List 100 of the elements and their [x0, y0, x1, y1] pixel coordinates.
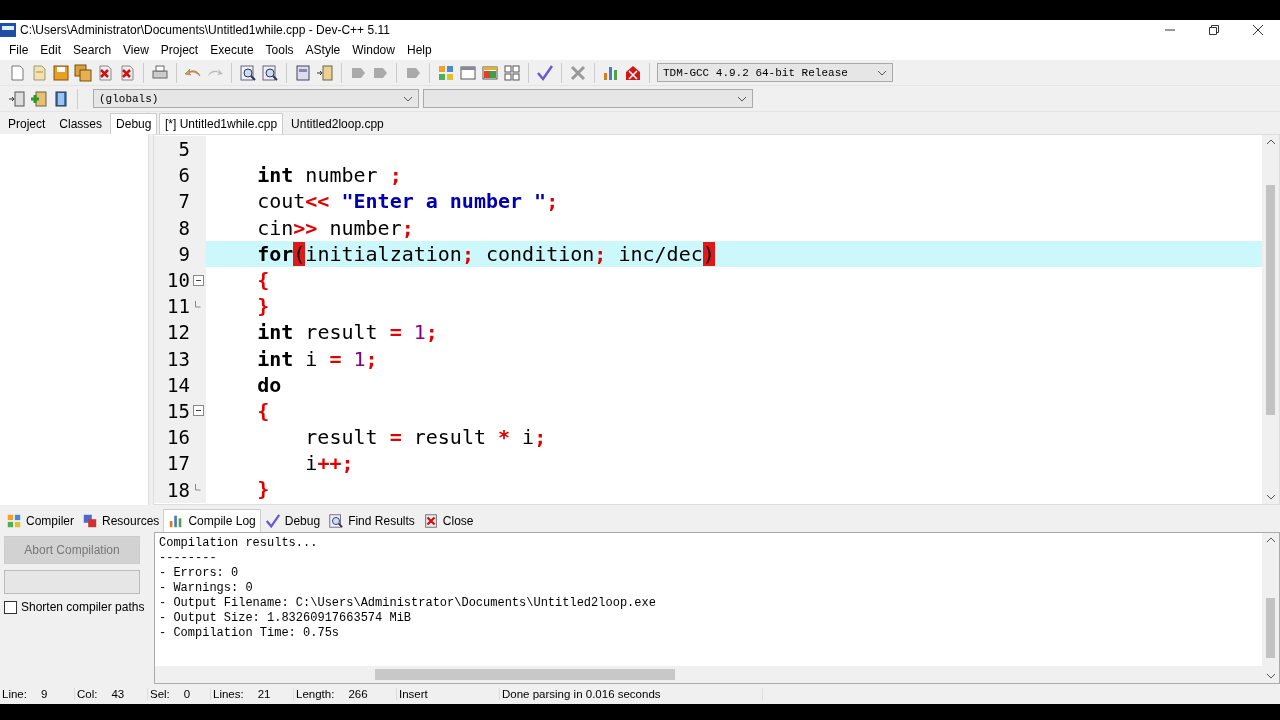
compiler-dropdown[interactable]: TDM-GCC 4.9.2 64-bit Release: [657, 63, 893, 82]
vertical-scrollbar[interactable]: [1262, 135, 1279, 504]
status-value: Done parsing in 0.016 seconds: [502, 688, 661, 700]
status-value: 266: [348, 688, 368, 700]
menu-item[interactable]: Project: [155, 43, 204, 57]
scroll-thumb[interactable]: [1266, 184, 1275, 415]
log-line: - Output Filename: C:\Users\Administrator\Documents\Untitled2loop.exe: [159, 596, 657, 611]
close-all-icon[interactable]: [118, 63, 136, 82]
check-icon: [264, 513, 281, 529]
scope-dropdown[interactable]: (globals): [93, 89, 419, 108]
line-number: 16: [167, 426, 190, 449]
output-tab[interactable]: Compile Log: [163, 509, 261, 532]
status-label: Line:: [2, 688, 27, 700]
scroll-up-icon[interactable]: [1265, 139, 1276, 145]
blocks-icon: [82, 513, 98, 529]
line-number: 10: [167, 269, 190, 292]
scroll-down-icon[interactable]: [1265, 673, 1276, 679]
chevron-icon: [877, 69, 887, 76]
grid-icon: [6, 513, 22, 529]
cross-icon[interactable]: [569, 63, 587, 82]
vertical-scrollbar[interactable]: [1262, 533, 1279, 683]
code-line: {: [256, 266, 271, 294]
status-label: Length:: [296, 688, 335, 700]
status-label: Sel:: [150, 688, 170, 700]
status-label: Lines:: [213, 688, 244, 700]
line-number: 12: [167, 321, 190, 344]
line-number: 17: [167, 452, 190, 475]
code-line: }: [256, 476, 271, 503]
menu-item[interactable]: Edit: [35, 43, 67, 57]
code-line: cin>> number;: [256, 214, 415, 241]
output-tab[interactable]: Compiler: [2, 510, 78, 532]
code-line: int number ;: [256, 162, 403, 189]
check-icon[interactable]: [536, 63, 554, 82]
log-line: - Compilation Time: 0.75s: [159, 626, 341, 641]
menu-item[interactable]: View: [118, 43, 154, 57]
close-icon[interactable]: [1252, 24, 1264, 36]
output-tab[interactable]: Debug: [260, 510, 325, 532]
panel-tab[interactable]: Debug: [110, 113, 158, 134]
file-tab[interactable]: [*] Untitled1while.cpp: [159, 113, 284, 134]
file-tab[interactable]: Untitled2loop.cpp: [285, 113, 390, 134]
code-line: {: [256, 397, 271, 425]
restore-icon[interactable]: [1208, 24, 1220, 36]
close-document-icon: [422, 513, 439, 529]
menu-item[interactable]: Window: [347, 43, 400, 57]
line-number: 6: [178, 164, 190, 187]
line-number: 13: [167, 347, 190, 370]
find-icon[interactable]: [239, 63, 257, 82]
line-number: 7: [178, 190, 190, 213]
log-line: - Warnings: 0: [159, 581, 254, 596]
output-tab[interactable]: Find Results: [324, 510, 419, 532]
menu-item[interactable]: Help: [401, 43, 437, 57]
scroll-thumb[interactable]: [375, 669, 675, 680]
status-value: 0: [183, 688, 191, 700]
status-value: Insert: [399, 688, 428, 700]
log-line: - Output Size: 1.83260917663574 MiB: [159, 611, 413, 626]
new-file-icon[interactable]: [8, 63, 26, 82]
status-value: 21: [257, 688, 271, 700]
line-number: 9: [178, 242, 190, 265]
menu-item[interactable]: Execute: [205, 43, 259, 57]
close-file-icon[interactable]: [96, 63, 114, 82]
chevron-icon: [737, 95, 747, 102]
save-all-icon[interactable]: [74, 63, 92, 82]
line-number: 11: [167, 295, 190, 318]
line-number: 15: [167, 399, 190, 422]
code-line: do: [256, 371, 283, 398]
line-number: 18: [167, 478, 190, 501]
status-value: 43: [111, 688, 125, 700]
checkbox-label[interactable]: Shorten compiler paths: [21, 600, 145, 614]
window-title: C:\Users\Administrator\Documents\Untitled1while.cpp - Dev-C++ 5.11: [20, 23, 390, 37]
code-line: i++;: [304, 450, 355, 477]
horizontal-scrollbar[interactable]: [155, 666, 1262, 683]
scroll-down-icon[interactable]: [1265, 494, 1276, 500]
scroll-up-icon[interactable]: [1265, 537, 1276, 543]
app-icon: [0, 22, 16, 38]
output-tab[interactable]: Resources: [78, 510, 164, 532]
replace-icon[interactable]: [261, 63, 279, 82]
chevron-icon: [403, 95, 413, 102]
code-line: }: [256, 293, 271, 320]
panel-tab[interactable]: Project: [2, 113, 52, 134]
panel-icon[interactable]: [294, 63, 312, 82]
panel-tab[interactable]: Classes: [53, 113, 109, 134]
code-line: result = result * i;: [304, 424, 548, 451]
line-number: 14: [167, 373, 190, 396]
menu-item[interactable]: Tools: [260, 43, 299, 57]
log-line: - Errors: 0: [159, 566, 240, 581]
print-icon[interactable]: [151, 63, 169, 82]
status-value: 9: [40, 688, 48, 700]
code-line: cout<< "Enter a number ";: [256, 188, 560, 215]
save-icon[interactable]: [52, 63, 70, 82]
log-line: Compilation results...: [159, 536, 319, 551]
code-line: int i = 1;: [256, 345, 379, 372]
fold-toggle-icon[interactable]: [192, 274, 204, 286]
scroll-thumb[interactable]: [1266, 598, 1275, 658]
menu-item[interactable]: File: [4, 43, 34, 57]
line-number: 8: [178, 216, 190, 239]
output-tab[interactable]: Close: [418, 510, 478, 532]
fold-toggle-icon[interactable]: [192, 405, 204, 417]
checkbox[interactable]: [4, 600, 17, 614]
menu-item[interactable]: Search: [68, 43, 117, 57]
menu-item[interactable]: AStyle: [300, 43, 346, 57]
